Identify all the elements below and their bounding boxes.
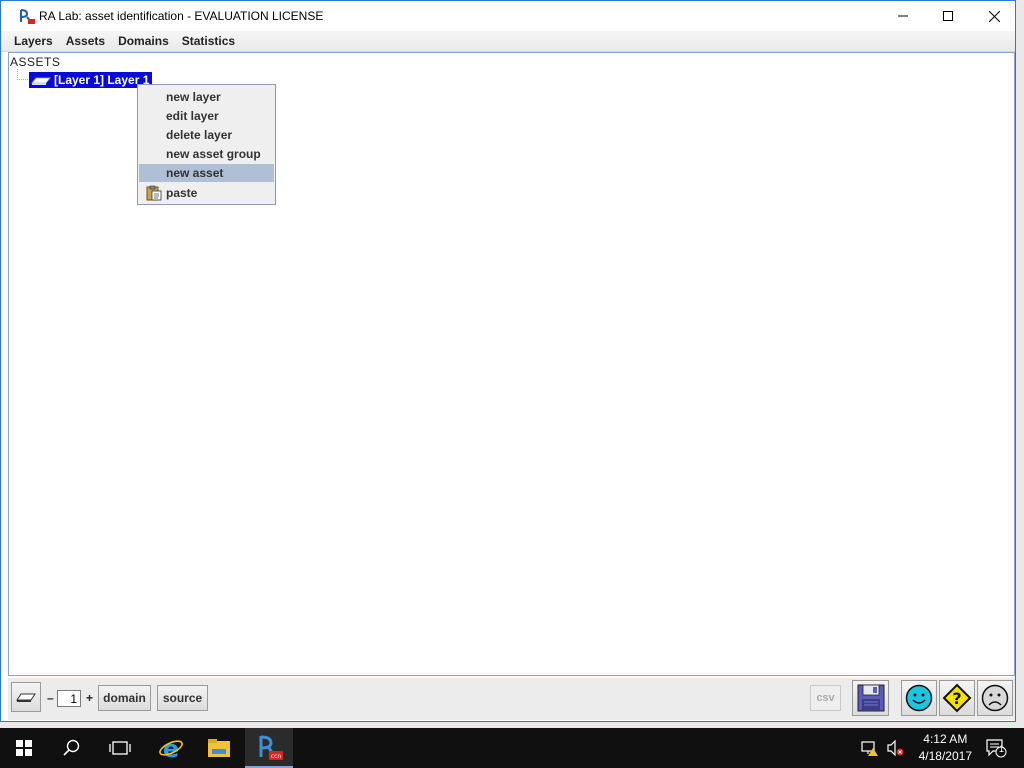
happy-feedback-button[interactable] [901, 680, 937, 716]
close-icon [988, 10, 1000, 22]
save-button[interactable] [852, 680, 889, 716]
menu-item-delete-layer[interactable]: delete layer [139, 126, 274, 144]
search-icon [63, 739, 80, 756]
maximize-button[interactable] [925, 1, 971, 31]
menu-item-new-asset-group[interactable]: new asset group [139, 145, 274, 163]
search-button[interactable] [48, 728, 96, 768]
task-view-button[interactable] [96, 728, 144, 768]
layer-icon [16, 693, 36, 702]
menu-bar: Layers Assets Domains Statistics [1, 31, 1015, 52]
menu-item-new-layer[interactable]: new layer [139, 88, 274, 106]
menu-item-new-asset[interactable]: new asset [139, 164, 274, 182]
volume-muted-icon [887, 740, 904, 756]
menu-statistics[interactable]: Statistics [176, 34, 241, 48]
notification-count: 1 [999, 744, 1005, 754]
svg-text:e: e [163, 735, 179, 761]
help-button[interactable]: ? [939, 680, 975, 716]
volume-tray-button[interactable] [884, 728, 908, 768]
context-menu: new layer edit layer delete layer new as… [137, 84, 276, 205]
folder-icon [208, 739, 230, 757]
internet-explorer-icon: e [159, 735, 183, 761]
tree-node-label: [Layer 1] Layer 1 [54, 73, 150, 87]
question-mark-icon: ? [942, 683, 972, 713]
svg-text:ccn: ccn [271, 753, 282, 760]
ra-lab-app-icon: ccn [259, 735, 283, 760]
system-clock[interactable]: 4:12 AM 4/18/2017 [919, 731, 972, 765]
smiley-face-icon [905, 684, 933, 712]
layer-view-button[interactable] [11, 682, 41, 712]
domain-button[interactable]: domain [98, 685, 151, 711]
svg-text:?: ? [952, 689, 961, 708]
minimize-button[interactable] [880, 1, 926, 31]
windows-logo-icon [16, 740, 32, 756]
start-button[interactable] [0, 728, 48, 768]
paste-icon [146, 185, 162, 201]
maximize-icon [943, 11, 953, 21]
taskbar-file-explorer[interactable] [195, 728, 243, 768]
floppy-disk-icon [857, 684, 884, 712]
task-view-icon [109, 741, 131, 755]
layer-number-field[interactable]: 1 [57, 690, 81, 707]
taskbar-internet-explorer[interactable]: e [147, 728, 195, 768]
title-bar: RA Lab: asset identification - EVALUATIO… [1, 1, 1015, 31]
menu-item-edit-layer[interactable]: edit layer [139, 107, 274, 125]
clock-time: 4:12 AM [923, 732, 968, 746]
menu-assets[interactable]: Assets [60, 34, 111, 48]
close-button[interactable] [971, 1, 1017, 31]
menu-domains[interactable]: Domains [112, 34, 175, 48]
network-warning-icon [861, 741, 878, 756]
layer-icon [31, 77, 51, 85]
tree-connector [17, 69, 28, 80]
taskbar: e ccn 4:12 AM 4/18/2017 1 [0, 728, 1024, 768]
desktop-edge [1016, 0, 1024, 722]
sad-face-icon [981, 684, 1009, 712]
bottom-toolbar: – 1 + domain source csv ? [8, 678, 1015, 720]
minimize-icon [898, 15, 908, 17]
source-button[interactable]: source [157, 685, 208, 711]
taskbar-ra-lab[interactable]: ccn [245, 728, 293, 768]
tree-root-label[interactable]: ASSETS [10, 55, 60, 69]
csv-button[interactable]: csv [810, 685, 841, 711]
action-center-button[interactable]: 1 [976, 728, 1016, 768]
menu-layers[interactable]: Layers [8, 34, 59, 48]
network-tray-button[interactable] [858, 728, 882, 768]
clock-date: 4/18/2017 [918, 749, 972, 763]
spinner-minus[interactable]: – [47, 691, 54, 705]
tree-node-layer-1[interactable]: [Layer 1] Layer 1 [27, 71, 154, 89]
app-logo-icon [19, 8, 35, 24]
menu-item-paste[interactable]: paste [139, 184, 274, 202]
spinner-plus[interactable]: + [86, 691, 93, 705]
window-title: RA Lab: asset identification - EVALUATIO… [39, 9, 324, 23]
sad-feedback-button[interactable] [977, 680, 1013, 716]
